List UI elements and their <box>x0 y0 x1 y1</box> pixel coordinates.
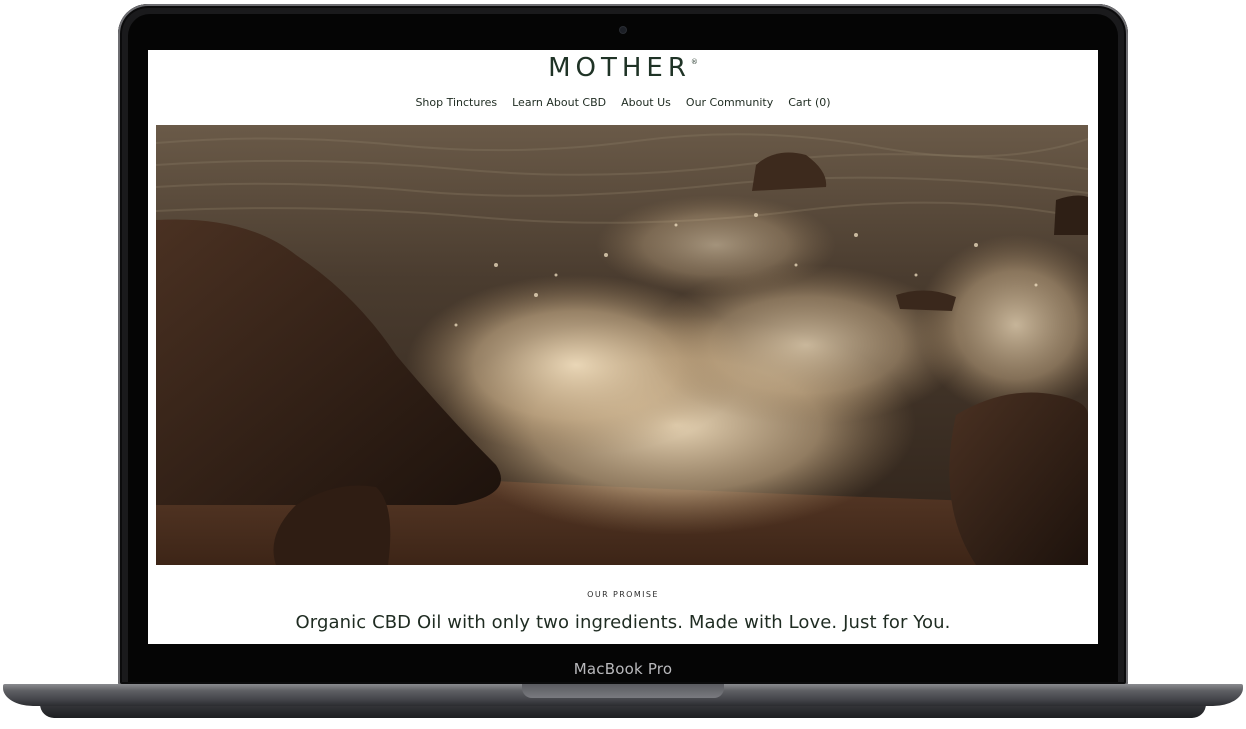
nav-about-us[interactable]: About Us <box>621 96 671 109</box>
promise-headline: Organic CBD Oil with only two ingredient… <box>295 612 951 633</box>
hero-image <box>156 125 1088 565</box>
laptop-mockup: MOTHER® Shop Tinctures Learn About CBD A… <box>0 0 1246 729</box>
laptop-opening-notch <box>522 684 724 698</box>
device-model-label: MacBook Pro <box>573 660 673 678</box>
logo-text: MOTHER <box>548 53 691 83</box>
registered-mark: ® <box>690 58 698 66</box>
laptop-screen: MOTHER® Shop Tinctures Learn About CBD A… <box>148 50 1098 644</box>
nav-learn-about-cbd[interactable]: Learn About CBD <box>512 96 606 109</box>
promise-eyebrow: OUR PROMISE <box>587 590 659 599</box>
brand-logo[interactable]: MOTHER® <box>148 53 1098 83</box>
laptop-base-shadow <box>40 704 1206 718</box>
camera-icon <box>620 27 626 33</box>
main-nav: Shop Tinctures Learn About CBD About Us … <box>148 96 1098 109</box>
nav-shop-tinctures[interactable]: Shop Tinctures <box>415 96 497 109</box>
nav-our-community[interactable]: Our Community <box>686 96 773 109</box>
site-header: MOTHER® Shop Tinctures Learn About CBD A… <box>148 50 1098 125</box>
wave-photo-illustration <box>156 125 1088 565</box>
nav-cart[interactable]: Cart (0) <box>788 96 830 109</box>
